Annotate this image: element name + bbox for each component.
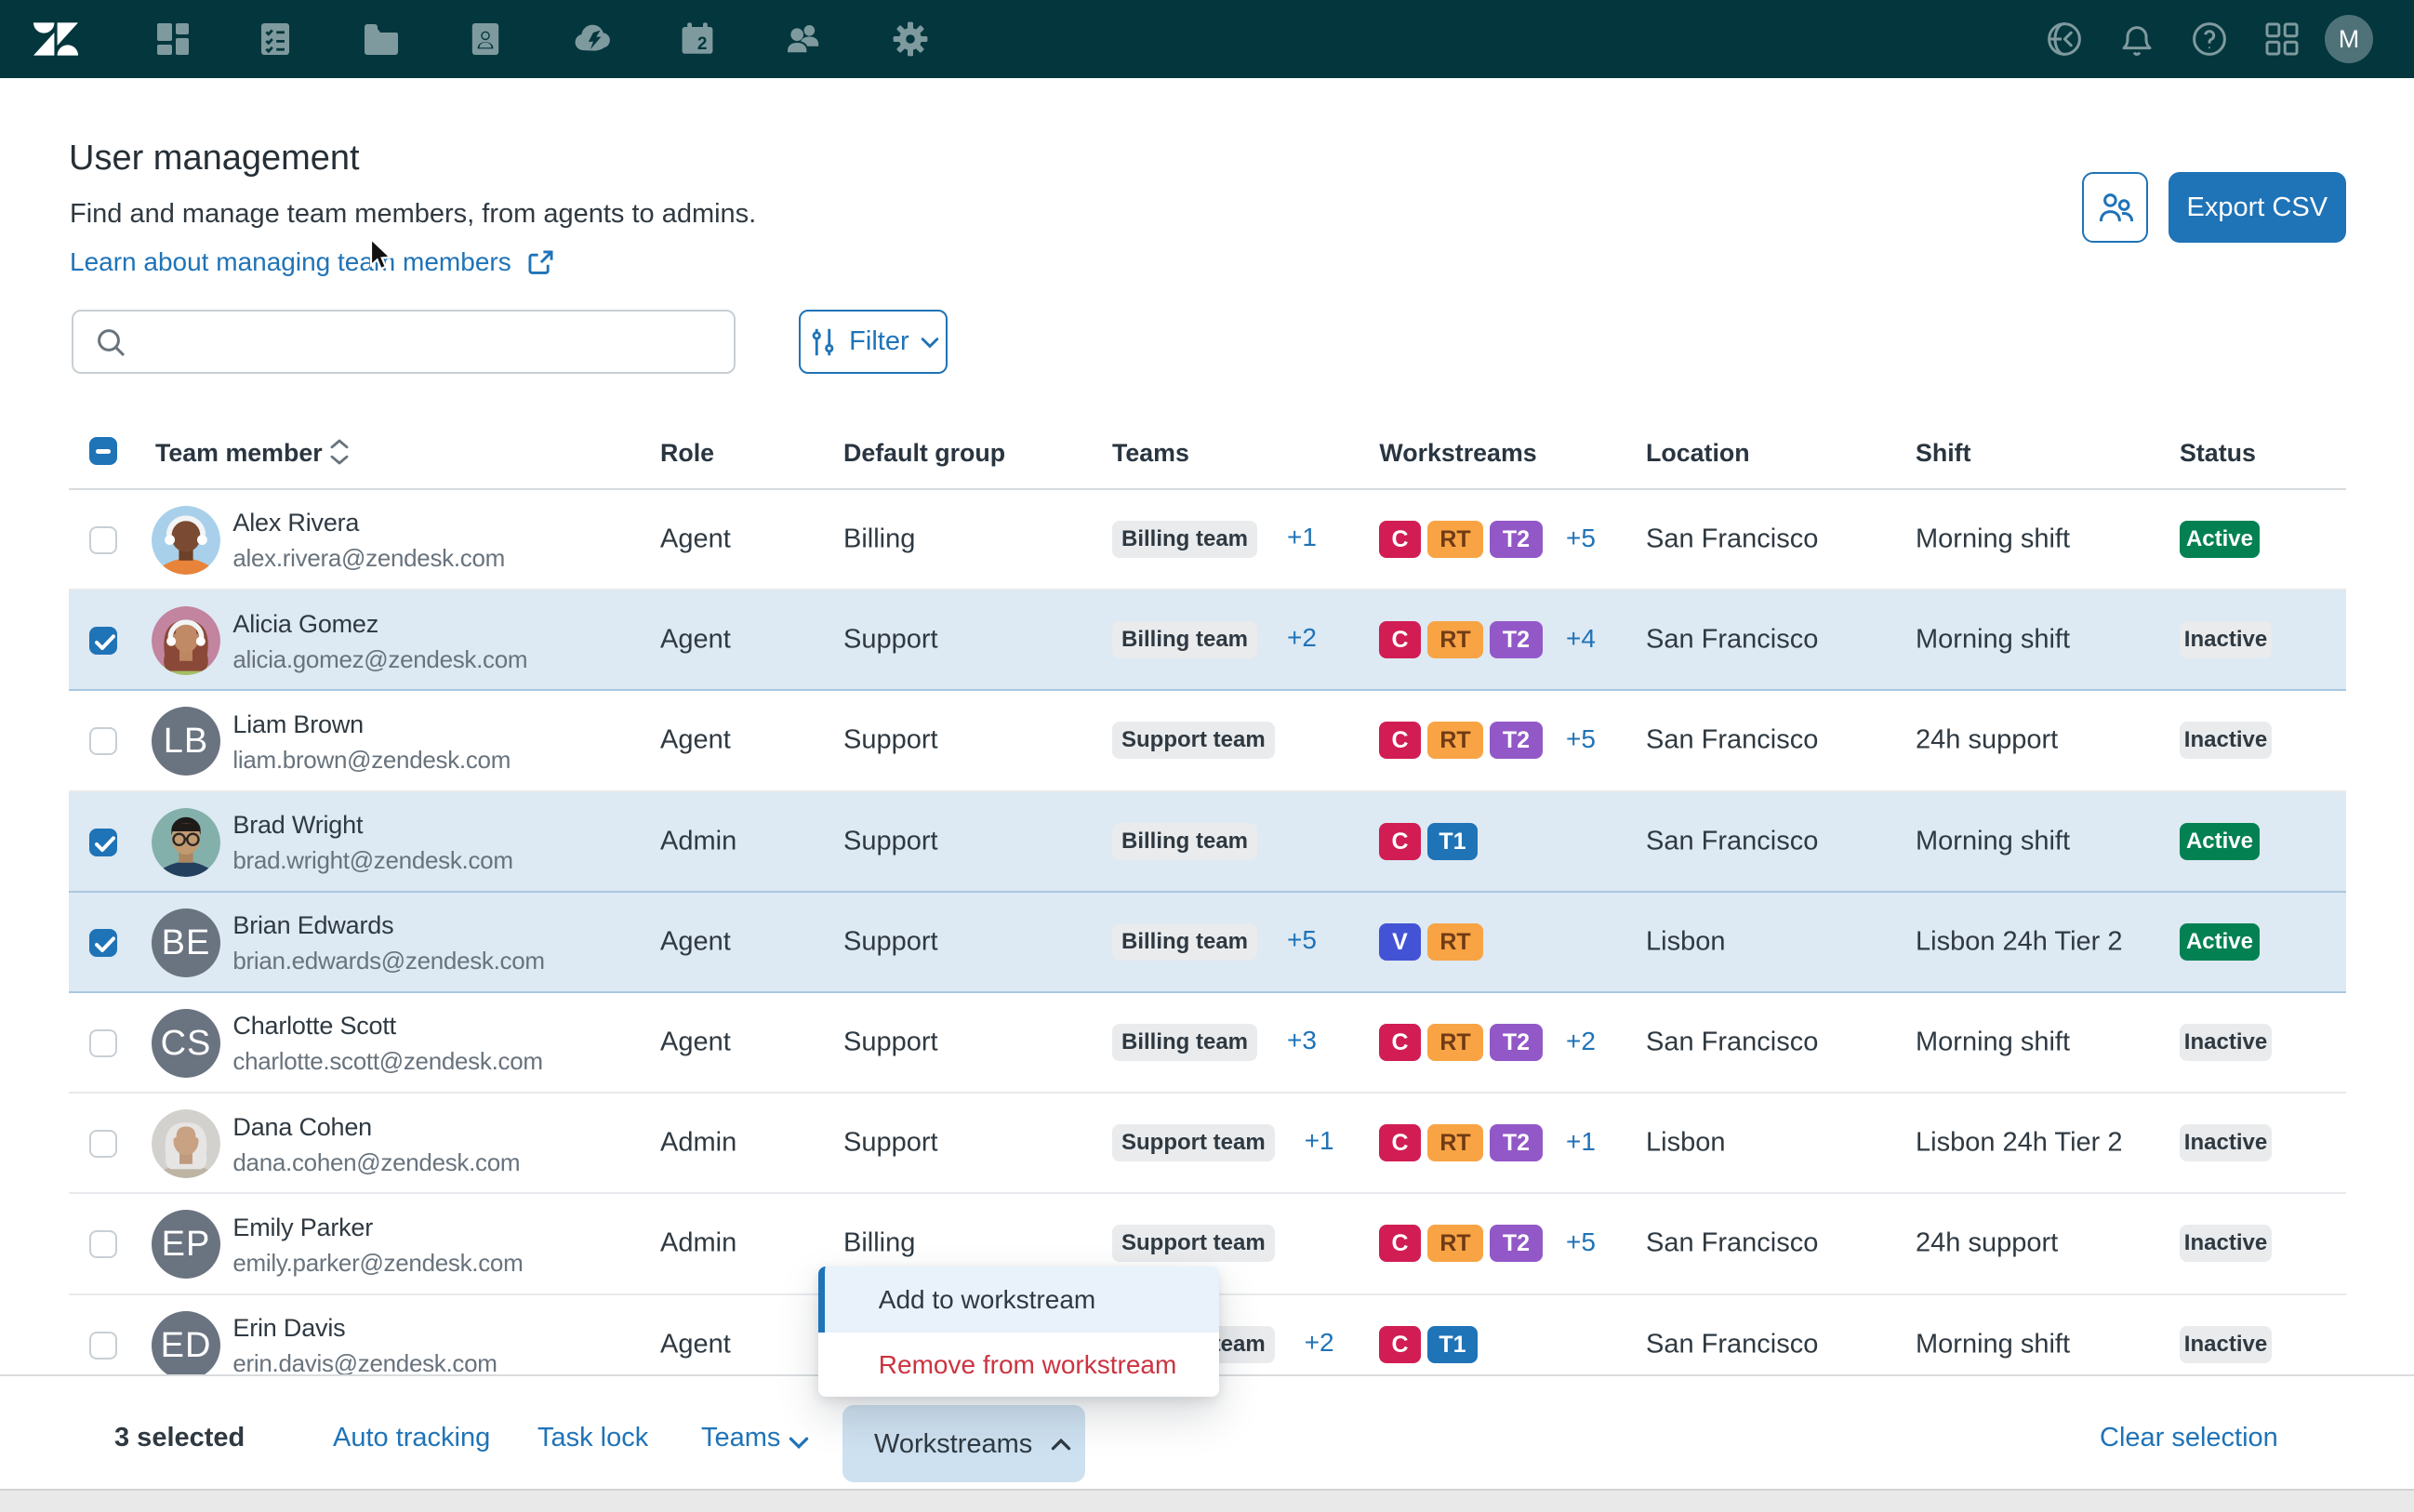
- svg-text:2: 2: [697, 34, 708, 54]
